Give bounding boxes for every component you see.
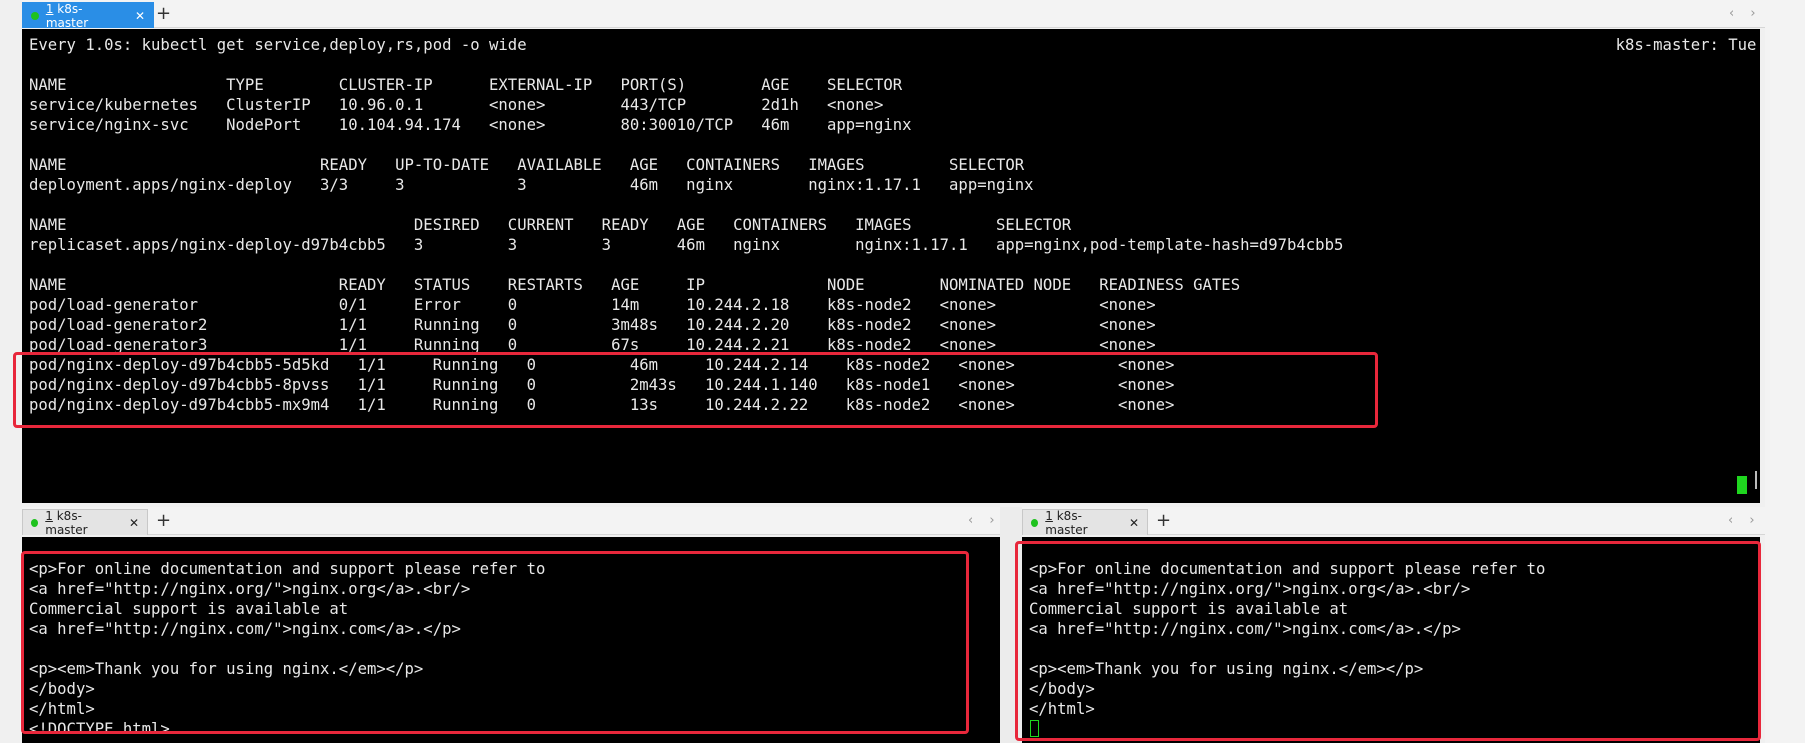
tab-scroll-arrows-icon[interactable]: ‹ › [1728,513,1761,528]
bottom-right-terminal-output: <p>For online documentation and support … [1029,560,1546,718]
replicaset-header-row: NAME DESIRED CURRENT READY AGE CONTAINER… [29,216,1072,234]
service-row: service/nginx-svc NodePort 10.104.94.174… [29,116,912,134]
connection-status-icon [31,11,39,20]
tab-scroll-arrows-icon[interactable]: ‹ › [1729,6,1762,21]
service-header-row: NAME TYPE CLUSTER-IP EXTERNAL-IP PORT(S)… [29,76,903,94]
bottom-right-terminal[interactable]: <p>For online documentation and support … [1022,537,1760,743]
bottom-left-terminal-output: <p>For online documentation and support … [29,560,546,738]
window-right-edge [1765,0,1805,743]
add-tab-icon[interactable]: + [1156,511,1171,531]
close-icon[interactable]: ✕ [1129,516,1139,530]
top-tab-label: 1 k8s-master [45,1,89,30]
top-terminal-output: Every 1.0s: kubectl get service,deploy,r… [29,35,1760,415]
close-icon[interactable]: ✕ [135,9,145,23]
bottom-right-session-tab[interactable]: 1 k8s-master ✕ [1022,508,1148,537]
bottom-left-session-tab[interactable]: 1 k8s-master ✕ [22,508,148,537]
pod-row: pod/nginx-deploy-d97b4cbb5-5d5kd 1/1 Run… [29,356,1175,374]
watch-header-line: Every 1.0s: kubectl get service,deploy,r… [29,36,1757,54]
bottom-left-tab-label: 1 k8s-master [45,508,88,537]
add-tab-icon[interactable]: + [156,511,171,531]
terminal-cursor [1030,720,1039,737]
pod-row: pod/load-generator 0/1 Error 0 14m 10.24… [29,296,1156,314]
pod-row: pod/nginx-deploy-d97b4cbb5-8pvss 1/1 Run… [29,376,1175,394]
deployment-header-row: NAME READY UP-TO-DATE AVAILABLE AGE CONT… [29,156,1025,174]
pod-row: pod/load-generator2 1/1 Running 0 3m48s … [29,316,1156,334]
bottom-left-terminal[interactable]: <p>For online documentation and support … [22,537,1000,743]
pod-row: pod/load-generator3 1/1 Running 0 67s 10… [29,336,1156,354]
pod-row: pod/nginx-deploy-d97b4cbb5-mx9m4 1/1 Run… [29,396,1175,414]
bottom-left-tab-bar: 1 k8s-master ✕ + ‹ › [22,507,1020,537]
top-terminal[interactable]: Every 1.0s: kubectl get service,deploy,r… [22,29,1760,503]
connection-status-icon [31,518,39,527]
scrollbar[interactable] [1755,471,1757,489]
add-tab-icon[interactable]: + [156,4,171,24]
close-icon[interactable]: ✕ [129,516,139,530]
top-session-tab[interactable]: 1 k8s-master ✕ [22,1,154,30]
bottom-right-tab-bar: 1 k8s-master ✕ + ‹ › [1022,507,1765,537]
tab-scroll-arrows-icon[interactable]: ‹ › [968,513,1001,528]
service-row: service/kubernetes ClusterIP 10.96.0.1 <… [29,96,884,114]
pane-divider[interactable] [1000,507,1022,743]
top-tab-bar: 1 k8s-master ✕ + ‹ › [22,0,1767,30]
replicaset-row: replicaset.apps/nginx-deploy-d97b4cbb5 3… [29,236,1344,254]
deployment-row: deployment.apps/nginx-deploy 3/3 3 3 46m… [29,176,1034,194]
terminal-cursor [1737,476,1747,494]
connection-status-icon [1031,518,1039,527]
pod-header-row: NAME READY STATUS RESTARTS AGE IP NODE N… [29,276,1241,294]
bottom-right-tab-label: 1 k8s-master [1045,508,1088,537]
